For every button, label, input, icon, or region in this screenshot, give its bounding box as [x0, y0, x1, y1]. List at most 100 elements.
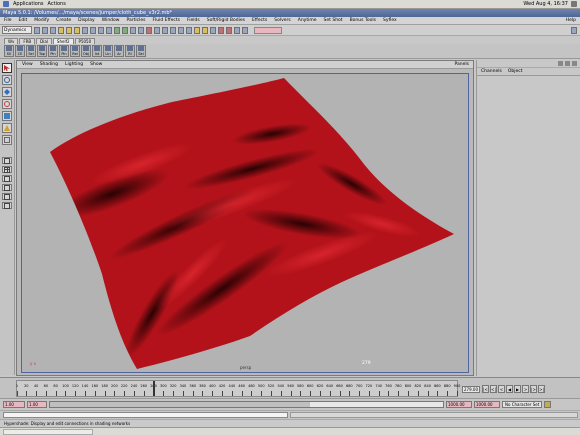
scale-tool[interactable]: [2, 111, 12, 121]
panel-menu-show[interactable]: Show: [90, 62, 102, 67]
snap-grid-icon[interactable]: [154, 26, 160, 34]
menu-set-shot[interactable]: Set Shot: [324, 18, 343, 23]
applications-menu[interactable]: Applications: [13, 1, 44, 7]
attribute-editor-toggle-icon[interactable]: [572, 61, 577, 66]
layout-persp-outliner[interactable]: [2, 175, 12, 182]
play-forward-button[interactable]: ▶: [514, 385, 521, 393]
select-object-icon[interactable]: [66, 26, 72, 34]
shelf-button-4[interactable]: Top: [37, 45, 47, 57]
lock-selection-icon[interactable]: [146, 26, 152, 34]
menu-display[interactable]: Display: [78, 18, 95, 23]
shelf-button-3[interactable]: Sel: [26, 45, 36, 57]
perspective-viewport[interactable]: y x persp 279: [21, 73, 469, 373]
range-bar[interactable]: [49, 401, 444, 408]
open-scene-icon[interactable]: [42, 26, 48, 34]
animation-start-field[interactable]: 1.00: [3, 401, 25, 408]
output-ops-icon[interactable]: [202, 26, 208, 34]
layout-persp-graph[interactable]: [2, 184, 12, 191]
current-frame-field[interactable]: 279.00: [462, 386, 480, 393]
shelf-button-7[interactable]: Rel: [70, 45, 80, 57]
shelf-button-11[interactable]: Ar: [114, 45, 124, 57]
taskbar-maya-button[interactable]: [3, 428, 93, 435]
panel-menu-lighting[interactable]: Lighting: [65, 62, 83, 67]
animation-end-field[interactable]: 1000.00: [474, 401, 500, 408]
shelf-button-2[interactable]: CE: [15, 45, 25, 57]
select-deformations-icon[interactable]: [114, 26, 120, 34]
menu-bonus-tools[interactable]: Bonus Tools: [350, 18, 376, 23]
step-back-button[interactable]: <: [498, 385, 505, 393]
step-forward-key-button[interactable]: |>: [530, 385, 537, 393]
step-back-key-button[interactable]: <|: [490, 385, 497, 393]
shelf-button-9[interactable]: Int: [92, 45, 102, 57]
play-backward-button[interactable]: ◀: [506, 385, 513, 393]
applications-icon[interactable]: [3, 1, 9, 7]
channel-box-toggle-icon[interactable]: [558, 61, 563, 66]
menu-solvers[interactable]: Solvers: [274, 18, 291, 23]
menu-window[interactable]: Window: [102, 18, 120, 23]
numeric-input-icon[interactable]: [242, 26, 248, 34]
select-rendering-icon[interactable]: [130, 26, 136, 34]
shelf-button-12[interactable]: Rl: [125, 45, 135, 57]
range-handle[interactable]: [50, 402, 310, 407]
numeric-input-field[interactable]: [254, 26, 282, 34]
snap-curve-icon[interactable]: [162, 26, 168, 34]
rotate-tool[interactable]: [2, 99, 12, 109]
menu-fluid-effects[interactable]: Fluid Effects: [152, 18, 180, 23]
go-to-start-button[interactable]: |<: [482, 385, 489, 393]
character-set-dropdown[interactable]: No Character Set: [502, 401, 543, 408]
snap-view-plane-icon[interactable]: [178, 26, 184, 34]
playback-end-field[interactable]: 1000.00: [446, 401, 472, 408]
menu-create[interactable]: Create: [56, 18, 71, 23]
menu-anytime[interactable]: Anytime: [298, 18, 317, 23]
render-globals-icon[interactable]: [234, 26, 240, 34]
menu-edit[interactable]: Edit: [19, 18, 28, 23]
window-titlebar[interactable]: Maya 5.0.1: /Volumes/.../maya/scenes/jum…: [0, 9, 580, 17]
mel-command-input[interactable]: [3, 412, 288, 418]
lasso-tool[interactable]: [2, 75, 12, 85]
layout-persp-graph-hyper[interactable]: [2, 202, 12, 209]
current-time-marker[interactable]: [153, 381, 156, 396]
channel-box-menu-channels[interactable]: Channels: [481, 69, 502, 74]
select-component-icon[interactable]: [74, 26, 80, 34]
playback-start-field[interactable]: 1.00: [27, 401, 47, 408]
auto-key-icon[interactable]: [544, 401, 552, 408]
menu-file[interactable]: File: [4, 18, 12, 23]
select-handles-icon[interactable]: [82, 26, 88, 34]
actions-menu[interactable]: Actions: [48, 1, 66, 7]
menu-modify[interactable]: Modify: [34, 18, 49, 23]
menu-set-dropdown[interactable]: Dynamics: [2, 26, 32, 34]
manipulator-tool[interactable]: [2, 123, 12, 133]
last-tool[interactable]: [2, 135, 12, 145]
select-joints-icon[interactable]: [90, 26, 96, 34]
panel-menu-view[interactable]: View: [22, 62, 33, 67]
clock[interactable]: Wed Aug 4, 16:37: [523, 1, 568, 7]
ipr-render-icon[interactable]: [226, 26, 232, 34]
menu-effects[interactable]: Effects: [252, 18, 267, 23]
shelf-button-5[interactable]: Pin: [48, 45, 58, 57]
move-tool[interactable]: [2, 87, 12, 97]
shelf-button-1[interactable]: SV: [4, 45, 14, 57]
menu-syflex[interactable]: Syflex: [383, 18, 397, 23]
menu-soft-rigid-bodies[interactable]: Soft/Rigid Bodies: [207, 18, 245, 23]
channel-box-menu-object[interactable]: Object: [508, 69, 523, 74]
save-scene-icon[interactable]: [50, 26, 56, 34]
shelf-button-6[interactable]: Pin: [59, 45, 69, 57]
select-hierarchy-icon[interactable]: [58, 26, 64, 34]
render-icon[interactable]: [218, 26, 224, 34]
select-tool[interactable]: [2, 63, 12, 73]
make-live-icon[interactable]: [186, 26, 192, 34]
layout-four-pane[interactable]: [2, 166, 12, 173]
shelf-button-13[interactable]: Sel: [136, 45, 146, 57]
layout-hypershade[interactable]: [2, 193, 12, 200]
select-dynamics-icon[interactable]: [122, 26, 128, 34]
go-to-end-button[interactable]: >|: [538, 385, 545, 393]
select-surfaces-icon[interactable]: [106, 26, 112, 34]
time-ruler[interactable]: 1204060801001201401601802002202402602803…: [16, 380, 460, 397]
input-ops-icon[interactable]: [194, 26, 200, 34]
show-hide-channelbox-icon[interactable]: [571, 26, 577, 34]
panel-menu-panels[interactable]: Panels: [455, 62, 469, 67]
select-curves-icon[interactable]: [98, 26, 104, 34]
menu-particles[interactable]: Particles: [126, 18, 145, 23]
shelf-button-10[interactable]: Lin: [103, 45, 113, 57]
construction-history-icon[interactable]: [210, 26, 216, 34]
